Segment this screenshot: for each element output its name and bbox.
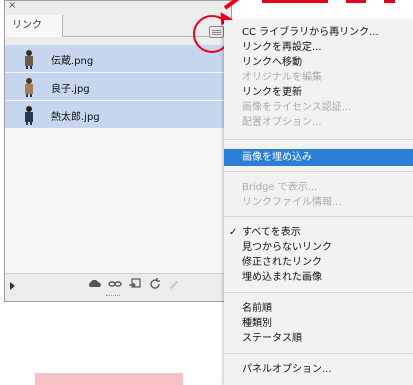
menu-item-relink-cc[interactable]: CC ライブラリから再リンク... — [224, 25, 413, 40]
menu-item-sort-by-type[interactable]: 種類別 — [224, 316, 413, 331]
image-thumbnail-icon — [25, 78, 33, 97]
menu-item-license-image[interactable]: 画像をライセンス認証... — [224, 100, 413, 115]
menu-item-sort-by-status[interactable]: ステータス順 — [224, 331, 413, 346]
menu-item-missing-links[interactable]: 見つからないリンク — [224, 240, 413, 255]
menu-divider — [224, 216, 413, 217]
link-list-rows: 伝蔵.png 良子.jpg 熱太郎.jpg — [5, 45, 231, 129]
checkmark-icon: ✓ — [229, 227, 238, 238]
menu-item-label: すべてを表示 — [242, 227, 301, 238]
relink-cc-icon[interactable] — [87, 278, 103, 290]
menu-item-embed-image[interactable]: 画像を埋め込み — [224, 149, 413, 166]
link-name: 良子.jpg — [51, 84, 90, 95]
list-item[interactable]: 良子.jpg — [5, 73, 231, 100]
menu-item-sort-by-name[interactable]: 名前順 — [224, 301, 413, 316]
edit-icon[interactable] — [168, 278, 180, 290]
menu-item-link-file-info[interactable]: リンクファイル情報... — [224, 195, 413, 210]
menu-item-modified-links[interactable]: 修正されたリンク — [224, 255, 413, 270]
annotation-highlight-bar — [35, 373, 183, 385]
panel-context-menu: CC ライブラリから再リンク... リンクを再設定... リンクへ移動 オリジナ… — [224, 20, 413, 385]
link-name: 熱太郎.jpg — [51, 112, 100, 123]
resize-grip[interactable] — [106, 295, 120, 298]
menu-item-placement-options[interactable]: 配置オプション... — [224, 115, 413, 130]
menu-item-edit-original[interactable]: オリジナルを編集 — [224, 70, 413, 85]
menu-divider — [224, 139, 413, 140]
show-info-toggle-icon[interactable] — [10, 282, 15, 290]
annotation-mark — [384, 0, 395, 3]
menu-item-go-to-link[interactable]: リンクへ移動 — [224, 55, 413, 70]
menu-item-show-all[interactable]: ✓ すべてを表示 — [224, 225, 413, 240]
menu-divider — [224, 292, 413, 293]
annotation-mark — [262, 0, 328, 3]
link-icon[interactable] — [108, 278, 122, 290]
menu-item-reveal-in-bridge[interactable]: Bridge で表示... — [224, 180, 413, 195]
list-item[interactable]: 熱太郎.jpg — [5, 101, 231, 128]
image-thumbnail-icon — [25, 106, 33, 125]
menu-item-relink[interactable]: リンクを再設定... — [224, 40, 413, 55]
tab-links[interactable]: リンク — [5, 15, 63, 37]
menu-divider — [224, 171, 413, 172]
image-thumbnail-icon — [25, 50, 33, 69]
menu-item-panel-options[interactable]: パネルオプション... — [224, 362, 413, 377]
go-to-link-icon[interactable] — [128, 278, 142, 290]
menu-item-update-link[interactable]: リンクを更新 — [224, 85, 413, 100]
list-item[interactable]: 伝蔵.png — [5, 45, 231, 72]
link-name: 伝蔵.png — [51, 56, 94, 67]
menu-item-embedded-images[interactable]: 埋め込まれた画像 — [224, 270, 413, 285]
annotation-mark — [346, 0, 366, 3]
close-icon[interactable]: × — [8, 0, 16, 11]
menu-divider — [224, 353, 413, 354]
update-icon[interactable] — [149, 278, 161, 290]
